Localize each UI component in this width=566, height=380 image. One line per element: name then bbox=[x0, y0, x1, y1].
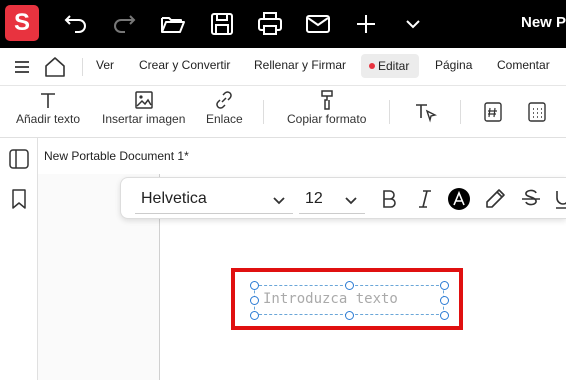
print-icon[interactable] bbox=[256, 10, 284, 38]
menu-rellenar-firmar[interactable]: Rellenar y Firmar bbox=[254, 58, 346, 72]
save-icon[interactable] bbox=[208, 10, 236, 38]
resize-handle-top-right[interactable] bbox=[440, 281, 449, 290]
menu-editar[interactable]: Editar bbox=[361, 54, 419, 78]
menu-editar-label: Editar bbox=[378, 59, 410, 73]
font-size-select[interactable]: 12 bbox=[299, 184, 365, 214]
toolbar-divider bbox=[460, 100, 461, 124]
highlight-pen-icon[interactable] bbox=[483, 187, 507, 211]
toolbar-divider bbox=[389, 100, 390, 124]
font-size-value: 12 bbox=[305, 190, 323, 207]
plus-icon[interactable] bbox=[352, 10, 380, 38]
text-placeholder: Introduzca texto bbox=[263, 291, 398, 307]
link-label: Enlace bbox=[206, 112, 243, 126]
undo-icon[interactable] bbox=[62, 10, 90, 38]
strikethrough-icon[interactable] bbox=[519, 187, 543, 211]
toolbar-divider bbox=[263, 100, 264, 124]
text-format-bar: Helvetica 12 bbox=[120, 177, 566, 219]
app-logo[interactable]: S bbox=[5, 5, 39, 41]
document-title: New Po bbox=[521, 14, 566, 31]
font-family-value: Helvetica bbox=[141, 190, 207, 207]
sidebar-toggle-icon[interactable] bbox=[8, 148, 30, 170]
grid-field-icon[interactable] bbox=[527, 101, 547, 123]
add-text-button[interactable]: Añadir texto bbox=[16, 90, 80, 126]
navigation-pane bbox=[38, 138, 160, 380]
resize-handle-bottom-left[interactable] bbox=[250, 311, 259, 320]
left-side-panel bbox=[0, 138, 38, 380]
menu-ver[interactable]: Ver bbox=[96, 58, 114, 72]
link-icon bbox=[216, 91, 233, 109]
number-field-icon[interactable] bbox=[483, 101, 503, 123]
chevron-down-icon bbox=[273, 197, 285, 205]
open-folder-icon[interactable] bbox=[159, 10, 187, 38]
mail-icon[interactable] bbox=[304, 10, 332, 38]
link-button[interactable]: Enlace bbox=[206, 90, 243, 126]
underline-icon[interactable] bbox=[551, 187, 566, 211]
resize-handle-bottom[interactable] bbox=[345, 311, 354, 320]
edit-toolbar: Añadir texto Insertar imagen Enlace Copi… bbox=[0, 86, 566, 138]
bookmark-icon[interactable] bbox=[8, 188, 30, 210]
resize-handle-right[interactable] bbox=[440, 296, 449, 305]
title-bar: S New Po bbox=[0, 0, 566, 48]
insert-image-label: Insertar imagen bbox=[102, 112, 186, 126]
active-indicator-dot bbox=[369, 63, 375, 69]
tab-document[interactable]: New Portable Document 1* bbox=[38, 138, 195, 174]
resize-handle-top[interactable] bbox=[345, 281, 354, 290]
copy-format-button[interactable]: Copiar formato bbox=[287, 90, 366, 126]
menu-bar: Ver Crear y Convertir Rellenar y Firmar … bbox=[0, 48, 566, 86]
font-family-select[interactable]: Helvetica bbox=[135, 184, 293, 214]
home-icon[interactable] bbox=[43, 55, 67, 79]
insert-image-button[interactable]: Insertar imagen bbox=[102, 90, 185, 126]
bold-icon[interactable] bbox=[377, 187, 401, 211]
menu-comentar[interactable]: Comentar bbox=[497, 58, 550, 72]
italic-icon[interactable] bbox=[413, 187, 437, 211]
image-icon bbox=[134, 91, 153, 109]
text-color-icon[interactable] bbox=[447, 187, 471, 211]
menu-divider bbox=[82, 58, 83, 76]
text-icon bbox=[41, 93, 56, 108]
resize-handle-bottom-right[interactable] bbox=[440, 311, 449, 320]
text-select-icon[interactable] bbox=[414, 100, 438, 124]
menu-pagina[interactable]: Página bbox=[435, 58, 472, 72]
hamburger-menu-icon[interactable] bbox=[12, 57, 32, 77]
chevron-down-icon[interactable] bbox=[399, 10, 427, 38]
copy-format-label: Copiar formato bbox=[287, 112, 367, 126]
add-text-label: Añadir texto bbox=[16, 112, 81, 126]
chevron-down-icon bbox=[345, 197, 357, 205]
redo-icon[interactable] bbox=[110, 10, 138, 38]
format-painter-icon bbox=[320, 90, 333, 110]
menu-crear-convertir[interactable]: Crear y Convertir bbox=[139, 58, 230, 72]
resize-handle-left[interactable] bbox=[250, 296, 259, 305]
resize-handle-top-left[interactable] bbox=[250, 281, 259, 290]
